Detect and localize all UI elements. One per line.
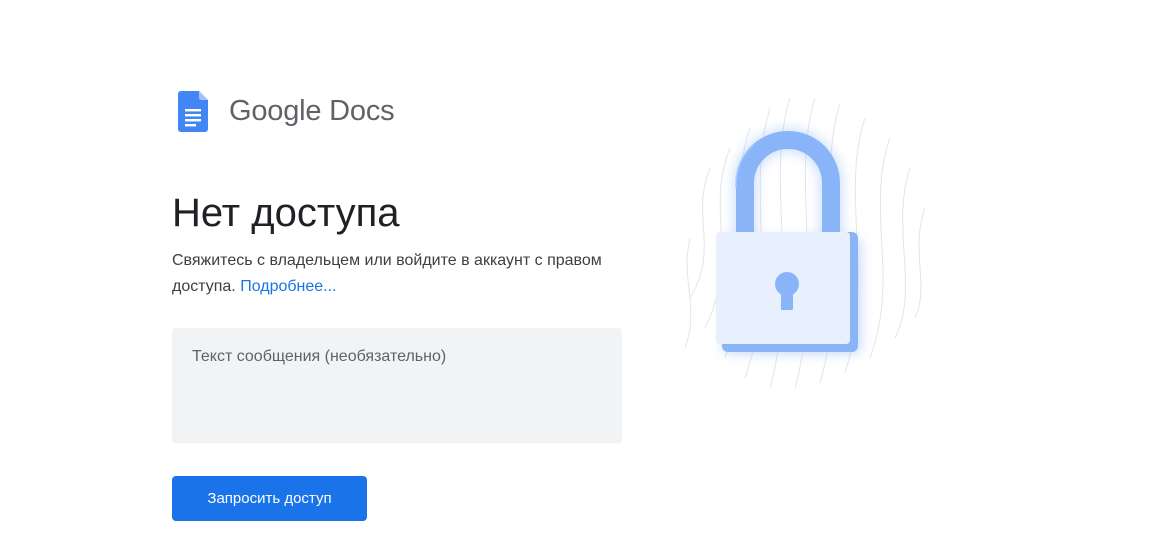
lock-shackle — [736, 131, 840, 243]
padlock-icon — [684, 97, 926, 388]
product-name: Google Docs — [229, 95, 395, 127]
access-description: Свяжитесь с владельцем или войдите в акк… — [172, 248, 612, 300]
message-input[interactable] — [172, 328, 622, 443]
description-text: Свяжитесь с владельцем или войдите в акк… — [172, 252, 602, 295]
learn-more-link[interactable]: Подробнее... — [240, 278, 336, 295]
request-access-button[interactable]: Запросить доступ — [172, 476, 367, 521]
brand-header: Google Docs — [178, 91, 395, 132]
no-access-page: Google Docs Нет доступа Свяжитесь с влад… — [0, 0, 1150, 559]
docs-icon — [178, 91, 208, 132]
page-title: Нет доступа — [172, 191, 400, 235]
keyhole-slot — [781, 288, 793, 310]
